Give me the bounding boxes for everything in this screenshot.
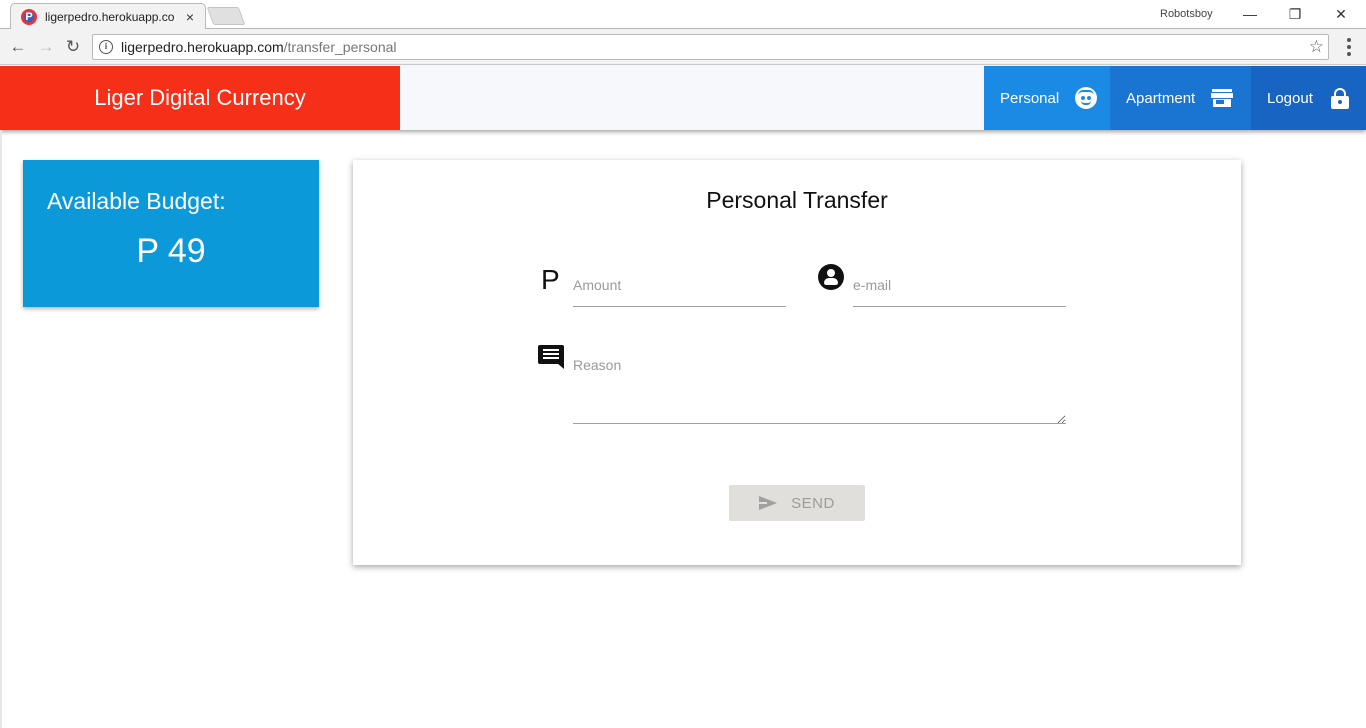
reason-field[interactable]: Reason xyxy=(573,350,1066,424)
tab-close-icon[interactable]: × xyxy=(183,10,197,24)
send-label: SEND xyxy=(791,494,835,512)
amount-field[interactable]: Amount xyxy=(573,270,786,307)
face-icon xyxy=(1075,87,1098,109)
site-favicon-icon xyxy=(21,9,37,25)
nav-personal-label: Personal xyxy=(1000,89,1060,107)
amount-input[interactable] xyxy=(573,270,786,307)
minimize-icon[interactable]: — xyxy=(1240,4,1260,24)
browser-tabstrip: ligerpedro.herokuapp.co × Robotsboy — ❐ … xyxy=(0,0,1366,30)
brand-title[interactable]: Liger Digital Currency xyxy=(0,66,400,130)
new-tab-button[interactable] xyxy=(206,7,246,25)
nav-logout[interactable]: Logout xyxy=(1251,66,1366,130)
send-button[interactable]: SEND xyxy=(729,485,865,521)
nav-logout-label: Logout xyxy=(1267,89,1313,107)
budget-card: Available Budget: P 49 xyxy=(23,160,319,307)
browser-menu-icon[interactable] xyxy=(1341,38,1357,56)
app-header: Liger Digital Currency Personal Apartmen… xyxy=(0,66,1366,130)
transfer-title: Personal Transfer xyxy=(706,187,888,213)
restore-icon[interactable]: ❐ xyxy=(1285,4,1305,24)
close-window-icon[interactable]: ✕ xyxy=(1331,4,1351,24)
budget-title: Available Budget: xyxy=(47,188,226,214)
reason-textarea[interactable] xyxy=(573,350,1066,424)
reload-icon[interactable]: ↻ xyxy=(63,37,83,57)
amount-prefix: P xyxy=(541,264,560,295)
info-icon[interactable]: i xyxy=(99,40,113,54)
nav-personal[interactable]: Personal xyxy=(984,66,1110,130)
page-edge xyxy=(0,130,2,728)
send-icon xyxy=(759,496,778,510)
account-circle-icon xyxy=(818,264,844,290)
back-icon[interactable]: ← xyxy=(8,37,28,57)
comment-icon xyxy=(538,345,564,369)
email-field[interactable]: e-mail xyxy=(853,270,1066,307)
store-icon xyxy=(1211,87,1234,109)
nav-apartment[interactable]: Apartment xyxy=(1110,66,1251,130)
nav-apartment-label: Apartment xyxy=(1126,89,1196,107)
bookmark-star-icon[interactable]: ☆ xyxy=(1309,37,1324,57)
url-text: ligerpedro.herokuapp.com/transfer_person… xyxy=(121,39,397,55)
lock-icon xyxy=(1329,87,1351,109)
profile-name[interactable]: Robotsboy xyxy=(1160,8,1213,20)
budget-value: P 49 xyxy=(136,232,206,270)
browser-toolbar: ← → ↻ i ligerpedro.herokuapp.com/transfe… xyxy=(0,29,1366,65)
transfer-card: Personal Transfer P Amount e-mail Reason… xyxy=(353,160,1241,565)
address-bar[interactable]: i ligerpedro.herokuapp.com/transfer_pers… xyxy=(92,34,1329,60)
forward-icon[interactable]: → xyxy=(36,37,56,57)
tab-title: ligerpedro.herokuapp.co xyxy=(45,10,175,24)
email-input[interactable] xyxy=(853,270,1066,307)
browser-tab[interactable]: ligerpedro.herokuapp.co × xyxy=(10,3,206,30)
